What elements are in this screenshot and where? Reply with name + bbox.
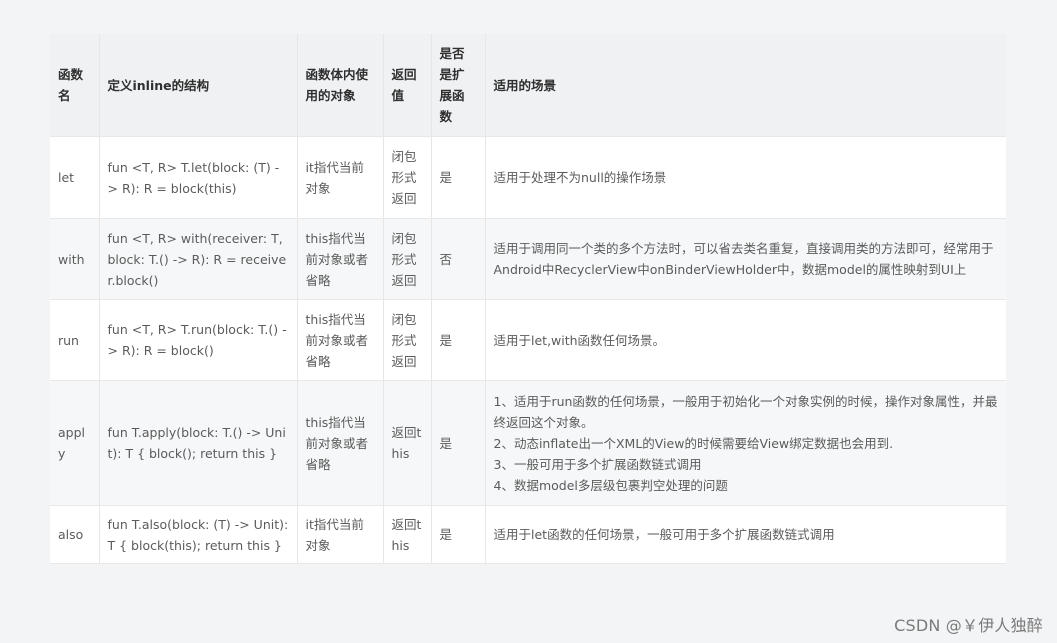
header-object: 函数体内使用的对象: [297, 34, 384, 137]
table-row: let fun <T, R> T.let(block: (T) -> R): R…: [50, 136, 1006, 219]
table-body: let fun <T, R> T.let(block: (T) -> R): R…: [50, 136, 1006, 564]
cell-is-extension: 是: [431, 505, 486, 564]
cell-name: let: [50, 136, 100, 219]
cell-name: apply: [50, 380, 100, 506]
table-row: with fun <T, R> with(receiver: T, block:…: [50, 218, 1006, 300]
scenario-line: 2、动态inflate出一个XML的View的时候需要给View绑定数据也会用到…: [493, 435, 894, 451]
scenario-line: 适用于let函数的任何场景，一般可用于多个扩展函数链式调用: [493, 527, 835, 542]
cell-is-extension: 是: [431, 299, 486, 381]
csdn-watermark: CSDN @￥伊人独醉: [894, 616, 1043, 635]
cell-object: this指代当前对象或者省略: [297, 380, 384, 506]
cell-definition: fun <T, R> T.run(block: T.() -> R): R = …: [99, 299, 298, 381]
scenario-line: 适用于let,with函数任何场景。: [493, 332, 666, 348]
cell-scenario: 适用于let,with函数任何场景。: [485, 299, 1006, 381]
header-scenario: 适用的场景: [485, 34, 1006, 137]
cell-return-value: 返回this: [383, 380, 432, 506]
cell-object: it指代当前对象: [297, 136, 384, 219]
scope-functions-table: 函数名 定义inline的结构 函数体内使用的对象 返回值 是否是扩展函数 适用…: [50, 34, 1006, 564]
scenario-line: 适用于调用同一个类的多个方法时，可以省去类名重复，直接调用类的方法即可，经常用于…: [493, 241, 994, 277]
table-header: 函数名 定义inline的结构 函数体内使用的对象 返回值 是否是扩展函数 适用…: [50, 34, 1006, 137]
table-row: run fun <T, R> T.run(block: T.() -> R): …: [50, 299, 1006, 381]
cell-definition: fun T.apply(block: T.() -> Unit): T { bl…: [99, 380, 298, 506]
cell-definition: fun T.also(block: (T) -> Unit): T { bloc…: [99, 505, 298, 564]
cell-is-extension: 是: [431, 380, 486, 506]
cell-definition: fun <T, R> with(receiver: T, block: T.()…: [99, 218, 298, 300]
cell-is-extension: 是: [431, 136, 486, 219]
cell-scenario: 适用于调用同一个类的多个方法时，可以省去类名重复，直接调用类的方法即可，经常用于…: [485, 218, 1006, 300]
cell-scenario: 适用于处理不为null的操作场景: [485, 136, 1006, 219]
cell-scenario: 适用于let函数的任何场景，一般可用于多个扩展函数链式调用: [485, 505, 1006, 564]
cell-scenario: 1、适用于run函数的任何场景，一般用于初始化一个对象实例的时候，操作对象属性，…: [485, 380, 1006, 506]
header-name: 函数名: [50, 34, 100, 137]
cell-return-value: 闭包形式返回: [383, 299, 432, 381]
cell-object: this指代当前对象或者省略: [297, 299, 384, 381]
scenario-line: 1、适用于run函数的任何场景，一般用于初始化一个对象实例的时候，操作对象属性，…: [493, 393, 998, 430]
header-return-value: 返回值: [383, 34, 432, 137]
cell-name: with: [50, 218, 100, 300]
header-definition: 定义inline的结构: [99, 34, 298, 137]
scenario-line: 4、数据model多层级包裹判空处理的问题: [493, 477, 728, 493]
page: 函数名 定义inline的结构 函数体内使用的对象 返回值 是否是扩展函数 适用…: [0, 0, 1057, 643]
cell-definition: fun <T, R> T.let(block: (T) -> R): R = b…: [99, 136, 298, 219]
cell-name: run: [50, 299, 100, 381]
scenario-line: 适用于处理不为null的操作场景: [493, 170, 667, 185]
cell-object: it指代当前对象: [297, 505, 384, 564]
cell-name: also: [50, 505, 100, 564]
scenario-line: 3、一般可用于多个扩展函数链式调用: [493, 456, 702, 472]
cell-object: this指代当前对象或者省略: [297, 218, 384, 300]
cell-return-value: 闭包形式返回: [383, 218, 432, 300]
cell-return-value: 闭包形式返回: [383, 136, 432, 219]
cell-is-extension: 否: [431, 218, 486, 300]
cell-return-value: 返回this: [383, 505, 432, 564]
table-row: also fun T.also(block: (T) -> Unit): T {…: [50, 505, 1006, 564]
header-row: 函数名 定义inline的结构 函数体内使用的对象 返回值 是否是扩展函数 适用…: [50, 34, 1006, 137]
header-is-extension: 是否是扩展函数: [431, 34, 486, 137]
table-row: apply fun T.apply(block: T.() -> Unit): …: [50, 380, 1006, 506]
